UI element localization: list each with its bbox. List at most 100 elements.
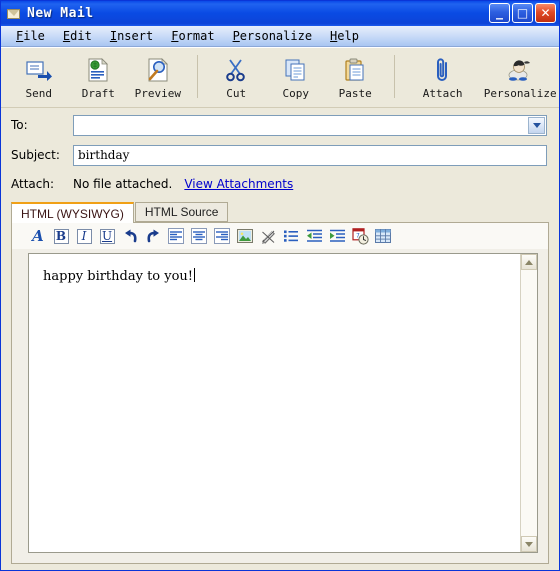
maximize-icon: □ <box>516 6 529 20</box>
tab-html-source[interactable]: HTML Source <box>134 202 229 222</box>
window-title: New Mail <box>27 6 94 21</box>
underline-icon[interactable]: U <box>97 226 117 246</box>
editor-area: HTML (WYSIWYG) HTML Source A B I U 7 hap… <box>11 202 549 564</box>
subject-label: Subject: <box>11 148 60 162</box>
to-dropdown-button[interactable] <box>528 116 545 134</box>
bullet-list-icon[interactable] <box>281 226 301 246</box>
unlink-icon[interactable] <box>258 226 278 246</box>
attach-field-row: Attach: No file attached. View Attachmen… <box>11 172 547 196</box>
toolbar-label-draft: Draft <box>81 87 115 100</box>
scrollbar-track[interactable] <box>521 270 537 536</box>
menu-label-format: ormat <box>178 29 215 43</box>
toolbar-button-copy[interactable]: Copy <box>266 48 326 107</box>
view-attachments-link[interactable]: View Attachments <box>184 177 293 191</box>
toolbar-button-cut[interactable]: Cut <box>206 48 266 107</box>
toolbar-button-draft[interactable]: Draft <box>69 48 129 107</box>
menu-item-personalize[interactable]: Personalize <box>224 28 321 44</box>
menu-item-edit[interactable]: Edit <box>54 28 101 44</box>
undo-icon[interactable] <box>120 226 140 246</box>
scissors-icon <box>220 55 252 85</box>
draft-icon <box>82 55 114 85</box>
menu-item-help[interactable]: Help <box>321 28 368 44</box>
maximize-button[interactable]: □ <box>512 3 533 23</box>
toolbar-button-preview[interactable]: Preview <box>128 48 188 107</box>
toolbar-label-send: Send <box>25 87 53 100</box>
italic-icon[interactable]: I <box>74 226 94 246</box>
font-icon[interactable]: A <box>28 226 48 246</box>
minimize-icon: _ <box>496 4 503 20</box>
chevron-down-icon <box>532 122 541 128</box>
insert-table-icon[interactable] <box>373 226 393 246</box>
toolbar-label-preview: Preview <box>134 87 181 100</box>
toolbar-button-paste[interactable]: Paste <box>325 48 385 107</box>
subject-value: birthday <box>78 148 130 162</box>
menu-label-help: elp <box>337 29 359 43</box>
align-center-icon[interactable] <box>189 226 209 246</box>
attach-label: Attach: <box>11 177 55 191</box>
insert-datetime-icon[interactable]: 7 <box>350 226 370 246</box>
toolbar-button-personalize[interactable]: Personalize <box>481 48 559 107</box>
menu-label-edit: dit <box>70 29 92 43</box>
to-label: To: <box>11 118 28 132</box>
toolbar-label-personalize: Personalize <box>483 87 557 100</box>
paperclip-icon <box>427 55 459 85</box>
scroll-down-button[interactable] <box>521 536 537 552</box>
tab-label-html-source: HTML Source <box>144 205 219 219</box>
editor-panel: A B I U 7 happy birthday to you! <box>11 222 549 564</box>
menu-item-insert[interactable]: Insert <box>101 28 162 44</box>
align-right-icon[interactable] <box>212 226 232 246</box>
scroll-up-button[interactable] <box>521 254 537 270</box>
attach-status: No file attached. <box>73 177 173 191</box>
redo-icon[interactable] <box>143 226 163 246</box>
scroll-down-icon <box>525 541 533 547</box>
close-icon: ✕ <box>540 6 551 20</box>
menu-item-file[interactable]: File <box>7 28 54 44</box>
body-text-content: happy birthday to you! <box>43 269 194 284</box>
insert-image-icon[interactable] <box>235 226 255 246</box>
toolbar-separator <box>394 55 395 98</box>
main-toolbar: Send Draft Preview Cut Copy Paste Attach… <box>1 48 559 108</box>
subject-input[interactable]: birthday <box>73 144 547 166</box>
bold-icon[interactable]: B <box>51 226 71 246</box>
toolbar-label-attach: Attach <box>422 87 463 100</box>
preview-icon <box>142 55 174 85</box>
copy-icon <box>280 55 312 85</box>
message-header-fields: To: Subject: birthday Attach: No file at… <box>1 108 559 198</box>
personalize-icon <box>504 55 536 85</box>
minimize-button[interactable]: _ <box>489 3 510 23</box>
close-button[interactable]: ✕ <box>535 3 556 23</box>
menu-bar: File Edit Insert Format Personalize Help <box>1 26 559 47</box>
clipboard-icon <box>339 55 371 85</box>
subject-field-row: Subject: birthday <box>11 142 547 168</box>
tab-label-html-wysiwyg: HTML (WYSIWYG) <box>21 206 124 221</box>
scroll-up-icon <box>525 259 533 265</box>
indent-decrease-icon[interactable] <box>304 226 324 246</box>
editor-tabstrip: HTML (WYSIWYG) HTML Source <box>11 202 549 223</box>
menu-label-insert: nsert <box>117 29 154 43</box>
toolbar-label-copy: Copy <box>282 87 309 100</box>
send-icon <box>23 55 55 85</box>
text-caret <box>194 268 196 282</box>
format-toolbar: A B I U 7 <box>12 223 548 249</box>
toolbar-label-paste: Paste <box>338 87 372 100</box>
menu-label-file: ile <box>23 29 45 43</box>
title-bar[interactable]: New Mail _ □ ✕ <box>1 1 559 26</box>
toolbar-button-attach[interactable]: Attach <box>404 48 482 107</box>
envelope-icon <box>6 7 22 21</box>
toolbar-separator <box>196 55 198 98</box>
body-editor[interactable]: happy birthday to you! <box>29 254 520 552</box>
body-editor-wrapper: happy birthday to you! <box>28 253 538 553</box>
align-left-icon[interactable] <box>166 226 186 246</box>
tab-html-wysiwyg[interactable]: HTML (WYSIWYG) <box>11 202 134 223</box>
to-field-row: To: <box>11 112 547 138</box>
app-window: New Mail _ □ ✕ File Edit Insert Format P… <box>0 0 560 571</box>
indent-increase-icon[interactable] <box>327 226 347 246</box>
to-input[interactable] <box>73 114 547 136</box>
toolbar-label-cut: Cut <box>226 87 247 100</box>
toolbar-button-send[interactable]: Send <box>9 48 69 107</box>
window-controls: _ □ ✕ <box>489 3 556 23</box>
menu-label-personalize: ersonalize <box>239 29 313 43</box>
client-area: Send Draft Preview Cut Copy Paste Attach… <box>1 47 559 570</box>
body-vertical-scrollbar[interactable] <box>520 254 537 552</box>
menu-item-format[interactable]: Format <box>162 28 223 44</box>
